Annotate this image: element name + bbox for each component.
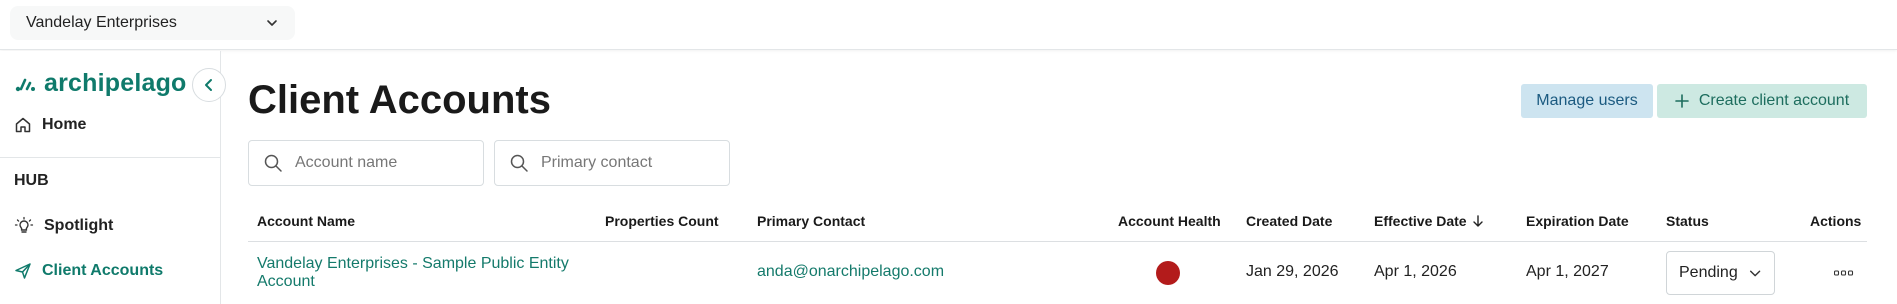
primary-contact-link[interactable]: anda@onarchipelago.com bbox=[757, 263, 944, 281]
home-icon bbox=[15, 117, 31, 133]
column-header-account-name[interactable]: Account Name bbox=[257, 213, 355, 229]
chevron-down-icon bbox=[1749, 270, 1761, 277]
manage-users-label: Manage users bbox=[1536, 92, 1638, 109]
logo-text: archipelago bbox=[44, 69, 187, 97]
top-bar: Vandelay Enterprises bbox=[0, 0, 1897, 50]
chevron-left-icon bbox=[205, 79, 212, 91]
collapse-sidebar-button[interactable] bbox=[192, 68, 226, 102]
column-header-actions: Actions bbox=[1810, 213, 1862, 229]
column-header-label: Effective Date bbox=[1374, 213, 1467, 229]
chevron-down-icon bbox=[267, 20, 277, 26]
create-client-account-button[interactable]: Create client account bbox=[1657, 84, 1867, 118]
column-header-effective-date[interactable]: Effective Date bbox=[1374, 213, 1485, 229]
sidebar-section-hub: HUB bbox=[14, 172, 49, 189]
column-header-primary-contact[interactable]: Primary Contact bbox=[757, 213, 865, 229]
column-header-properties-count[interactable]: Properties Count bbox=[605, 213, 719, 229]
sidebar-item-home[interactable]: Home bbox=[14, 116, 86, 134]
lightbulb-icon bbox=[14, 216, 34, 233]
account-health-indicator bbox=[1156, 261, 1180, 285]
account-name-search bbox=[248, 140, 484, 186]
more-horizontal-icon bbox=[1834, 270, 1854, 276]
archipelago-logo-icon bbox=[15, 78, 35, 91]
search-icon bbox=[264, 154, 282, 172]
effective-date: Apr 1, 2026 bbox=[1374, 263, 1457, 280]
plus-icon bbox=[1675, 94, 1689, 108]
manage-users-button[interactable]: Manage users bbox=[1521, 84, 1653, 118]
sidebar-divider bbox=[0, 157, 221, 158]
status-value: Pending bbox=[1679, 264, 1738, 281]
sidebar-item-spotlight[interactable]: Spotlight bbox=[14, 216, 113, 236]
primary-contact-search bbox=[494, 140, 730, 186]
account-name-input[interactable] bbox=[295, 154, 465, 172]
sidebar-item-label: Home bbox=[42, 116, 87, 133]
archipelago-logo[interactable]: archipelago bbox=[14, 69, 187, 98]
column-header-expiration-date[interactable]: Expiration Date bbox=[1526, 213, 1629, 229]
search-icon bbox=[510, 154, 528, 172]
column-header-created-date[interactable]: Created Date bbox=[1246, 213, 1332, 229]
primary-contact-input[interactable] bbox=[541, 154, 711, 172]
column-header-account-health[interactable]: Account Health bbox=[1118, 213, 1221, 229]
create-client-account-label: Create client account bbox=[1698, 92, 1850, 109]
column-header-status[interactable]: Status bbox=[1666, 213, 1709, 229]
expiration-date: Apr 1, 2027 bbox=[1526, 263, 1609, 280]
sidebar-item-label: Client Accounts bbox=[42, 262, 164, 279]
page-title: Client Accounts bbox=[248, 78, 551, 122]
account-name-link[interactable]: Vandelay Enterprises - Sample Public Ent… bbox=[257, 255, 587, 291]
organization-select[interactable]: Vandelay Enterprises bbox=[10, 6, 295, 40]
send-icon bbox=[15, 263, 31, 279]
status-dropdown[interactable]: Pending bbox=[1666, 251, 1775, 295]
row-actions-button[interactable] bbox=[1832, 263, 1856, 283]
organization-name: Vandelay Enterprises bbox=[26, 14, 177, 31]
created-date: Jan 29, 2026 bbox=[1246, 263, 1339, 280]
table-header-divider bbox=[248, 241, 1867, 242]
sort-descending-icon bbox=[1472, 215, 1483, 227]
sidebar: archipelago Home HUB Spotlight Client Ac… bbox=[0, 51, 226, 304]
sidebar-item-client-accounts[interactable]: Client Accounts bbox=[14, 262, 163, 280]
sidebar-item-label: Spotlight bbox=[44, 217, 114, 234]
